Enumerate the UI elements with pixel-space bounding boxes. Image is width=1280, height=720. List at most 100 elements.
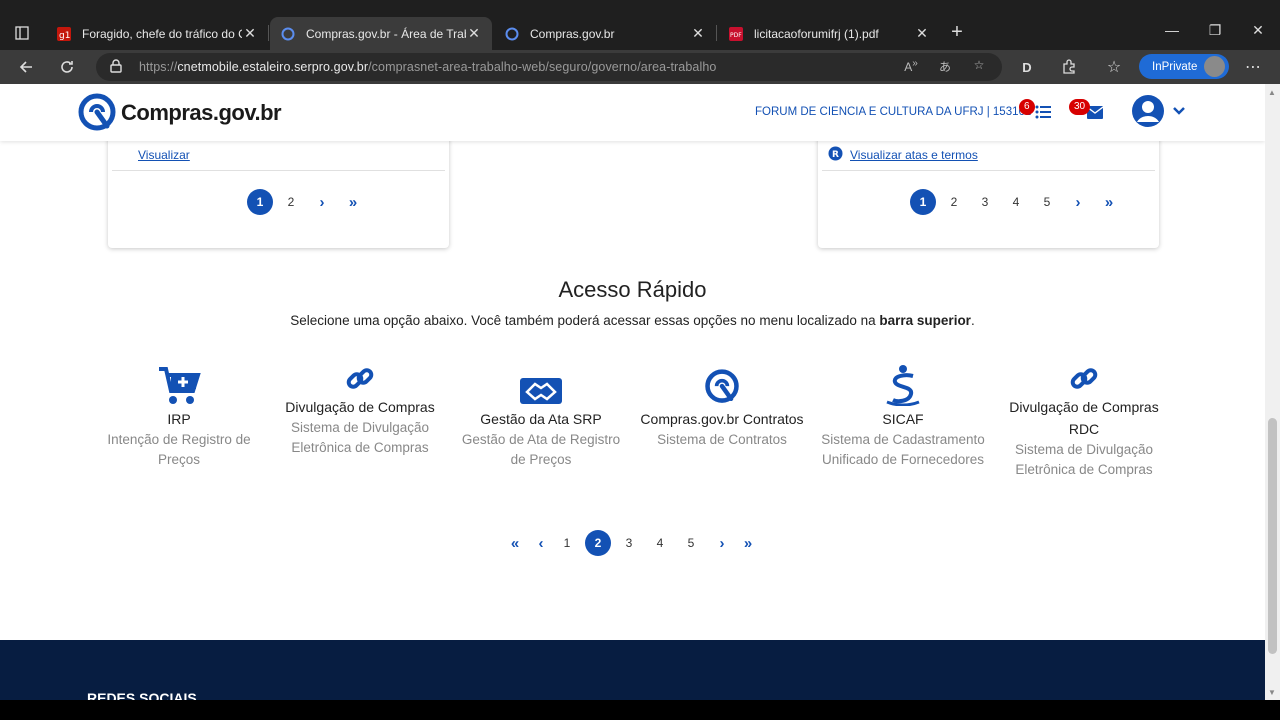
tab-actions-icon[interactable] [10,22,34,44]
quick-access-pagination: « ‹ 1 2 3 4 5 › » [502,530,766,556]
page-2[interactable]: 2 [941,189,967,215]
restore-icon[interactable]: ❐ [1205,22,1225,39]
compras-logo-icon [78,93,116,131]
menu-list-icon[interactable] [1035,105,1051,124]
next-page-icon[interactable]: › [709,535,735,552]
first-page-icon[interactable]: « [502,535,528,552]
item-desc: Intenção de Registro de Preços [107,432,251,467]
address-bar-row: https://cnetmobile.estaleiro.serpro.gov.… [0,50,1280,84]
tab-title: Compras.gov.br - Área de Trabal [306,26,466,41]
close-tab-icon[interactable]: ✕ [914,25,930,42]
refresh-icon[interactable] [56,56,78,78]
last-page-icon[interactable]: » [340,194,366,211]
user-avatar-icon[interactable] [1131,94,1165,133]
page-2[interactable]: 2 [585,530,611,556]
menu-badge: 6 [1019,99,1035,115]
page-5[interactable]: 5 [678,530,704,556]
cart-plus-icon [94,364,264,406]
favorites-icon[interactable]: ☆ [1103,56,1125,78]
scroll-down-icon[interactable]: ▼ [1268,688,1276,697]
item-desc: Sistema de Divulgação Eletrônica de Comp… [1014,442,1154,477]
tab-title: Foragido, chefe do tráfico do Ca [82,26,242,41]
translate-icon[interactable]: あ [936,58,954,75]
compras-icon [504,26,520,42]
minimize-icon[interactable]: — [1162,22,1182,38]
page-1[interactable]: 1 [910,189,936,215]
page-content: Compras.gov.br FORUM DE CIENCIA E CULTUR… [0,84,1265,720]
item-name: Divulgação de Compras [285,399,435,415]
more-options-icon[interactable]: ⋯ [1245,57,1261,77]
next-page-icon[interactable]: › [1065,194,1091,211]
divider [112,170,445,171]
inprivate-button[interactable]: InPrivate [1139,54,1229,79]
compras-logo-icon [637,364,807,406]
back-icon[interactable] [15,56,37,78]
last-page-icon[interactable]: » [735,535,761,552]
prev-page-icon[interactable]: ‹ [533,535,549,552]
favorite-add-icon[interactable]: ☆ [970,58,988,72]
divider [822,170,1155,171]
chevron-down-icon[interactable] [1172,104,1186,122]
quick-access-irp[interactable]: IRP Intenção de Registro de Preços [94,364,264,469]
item-name: Compras.gov.br Contratos [640,411,804,427]
scroll-up-icon[interactable]: ▲ [1268,88,1276,97]
page-3[interactable]: 3 [616,530,642,556]
lock-icon [110,59,122,78]
tab-pdf[interactable]: PDF licitacaoforumifrj (1).pdf ✕ [718,17,940,50]
g1-icon: g1 [56,26,72,42]
page-5[interactable]: 5 [1034,189,1060,215]
item-name: Divulgação de Compras RDC [1009,399,1159,437]
tab-title: licitacaoforumifrj (1).pdf [754,26,879,41]
browser-tab-bar: g1 Foragido, chefe do tráfico do Ca ✕ Co… [0,0,1280,50]
page-4[interactable]: 4 [647,530,673,556]
right-card-pagination: 1 2 3 4 5 › » [910,189,1127,215]
quick-access-sicaf[interactable]: SICAF Sistema de Cadastramento Unificado… [818,364,988,469]
r-icon: R [828,146,843,166]
close-tab-icon[interactable]: ✕ [690,25,706,42]
compras-icon [280,26,296,42]
item-desc: Gestão de Ata de Registro de Preços [461,432,621,467]
visualizar-atas-link[interactable]: Visualizar atas e termos [850,148,978,162]
next-page-icon[interactable]: › [309,194,335,211]
profile-avatar-icon [1204,56,1225,77]
close-tab-icon[interactable]: ✕ [242,25,258,42]
read-aloud-icon[interactable]: A» [902,58,920,74]
quick-access-gestao-ata[interactable]: Gestão da Ata SRP Gestão de Ata de Regis… [456,364,626,469]
extensions-icon[interactable] [1058,56,1080,78]
close-tab-icon[interactable]: ✕ [466,25,482,42]
item-desc: Sistema de Divulgação Eletrônica de Comp… [290,420,430,455]
page-scrollbar[interactable]: ▲ ▼ [1265,84,1280,720]
left-card: Visualizar 1 2 › » [108,124,449,248]
quick-access-contratos[interactable]: Compras.gov.br Contratos Sistema de Cont… [637,364,807,450]
tab-compras[interactable]: Compras.gov.br ✕ [494,17,717,50]
tab-area-trabalho[interactable]: Compras.gov.br - Área de Trabal ✕ [270,17,492,50]
site-header: Compras.gov.br FORUM DE CIENCIA E CULTUR… [0,84,1265,141]
quick-access-divulgacao[interactable]: Divulgação de Compras Sistema de Divulga… [275,364,445,457]
close-window-icon[interactable]: ✕ [1248,22,1268,39]
page-1[interactable]: 1 [554,530,580,556]
item-name: Gestão da Ata SRP [480,411,602,427]
handshake-icon [456,364,626,406]
page-1[interactable]: 1 [247,189,273,215]
last-page-icon[interactable]: » [1096,194,1122,211]
item-name: SICAF [882,411,924,427]
pdf-icon: PDF [728,26,744,42]
inprivate-label: InPrivate [1152,60,1198,73]
visualizar-link[interactable]: Visualizar [138,148,190,162]
page-4[interactable]: 4 [1003,189,1029,215]
left-card-pagination: 1 2 › » [247,189,371,215]
url-field[interactable]: https://cnetmobile.estaleiro.serpro.gov.… [96,53,1002,81]
quick-access-rdc[interactable]: Divulgação de Compras RDC Sistema de Div… [999,364,1169,479]
organization-name[interactable]: FORUM DE CIENCIA E CULTURA DA UFRJ | 153… [755,106,1031,118]
item-desc: Sistema de Cadastramento Unificado de Fo… [821,432,985,467]
page-3[interactable]: 3 [972,189,998,215]
compras-logo[interactable]: Compras.gov.br [77,92,282,134]
page-2[interactable]: 2 [278,189,304,215]
scrollbar-thumb[interactable] [1268,418,1277,654]
new-tab-button[interactable]: + [946,22,968,42]
tab-g1[interactable]: g1 Foragido, chefe do tráfico do Ca ✕ [46,17,269,50]
quick-access-title: Acesso Rápido [558,277,707,302]
logo-text: Compras.gov.br [121,100,282,125]
svg-text:PDF: PDF [730,32,742,39]
extension-d-icon[interactable]: D [1016,56,1038,78]
